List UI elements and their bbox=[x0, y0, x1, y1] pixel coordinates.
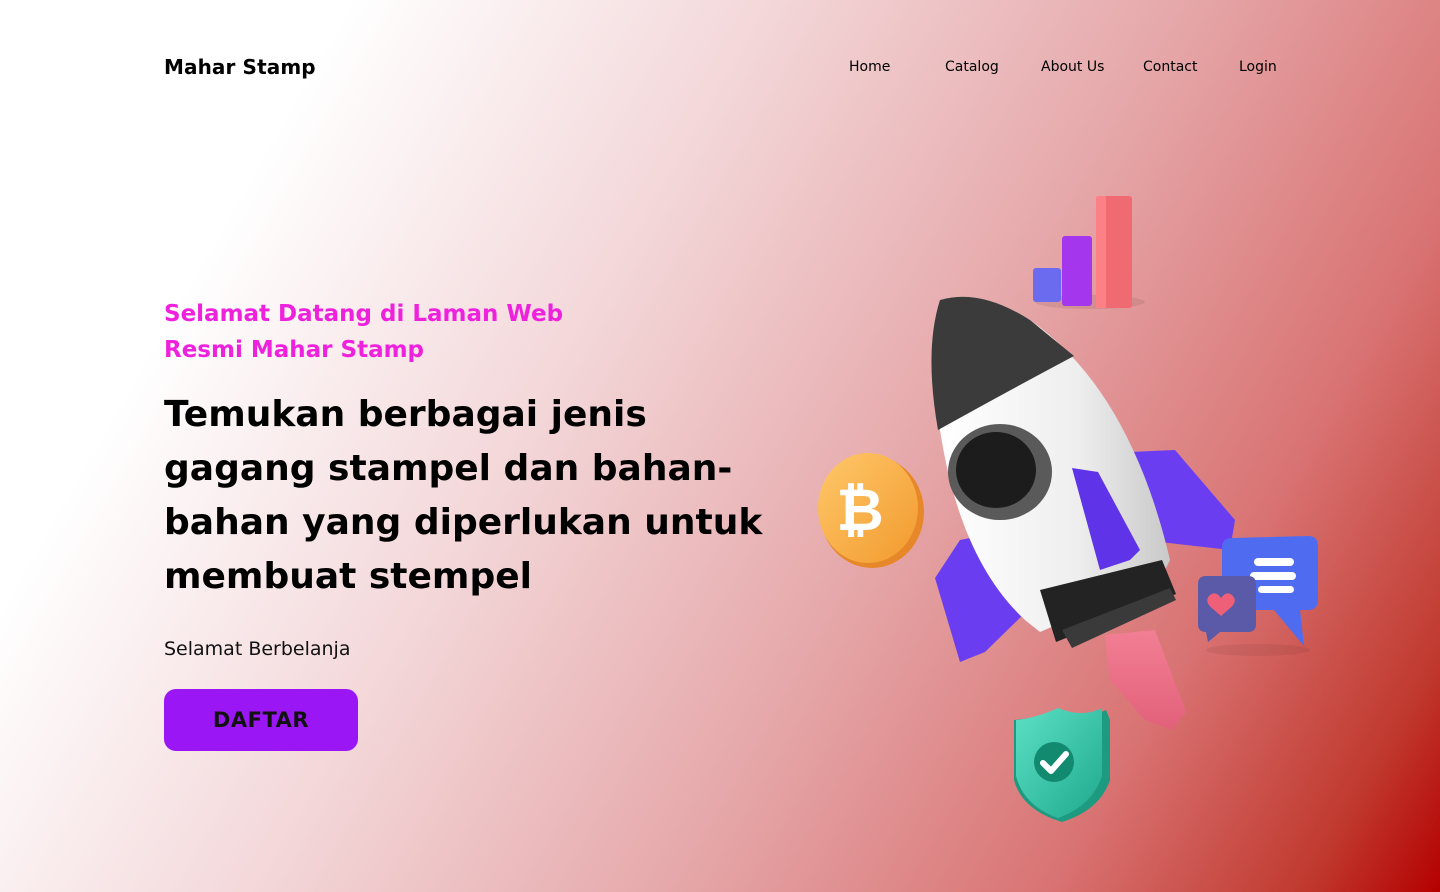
rocket-icon bbox=[931, 296, 1235, 730]
main-nav: Home Catalog About Us Contact Login bbox=[0, 59, 1440, 79]
welcome-text: Selamat Datang di Laman Web Resmi Mahar … bbox=[164, 296, 584, 368]
nav-home[interactable]: Home bbox=[849, 59, 890, 75]
bitcoin-coin-icon: ₿ bbox=[818, 453, 924, 568]
welcome-line-1: Selamat Datang di Laman Web bbox=[164, 301, 564, 327]
svg-text:₿: ₿ bbox=[836, 476, 883, 544]
landing-page: Mahar Stamp Home Catalog About Us Contac… bbox=[0, 0, 1440, 892]
hero-headline: Temukan berbagai jenis gagang stampel da… bbox=[164, 394, 763, 597]
nav-contact[interactable]: Contact bbox=[1143, 59, 1197, 75]
bar-chart-icon bbox=[1033, 196, 1145, 309]
nav-about-us[interactable]: About Us bbox=[1041, 59, 1104, 75]
shield-check-icon bbox=[1014, 708, 1110, 822]
daftar-button[interactable]: DAFTAR bbox=[164, 689, 358, 751]
nav-catalog[interactable]: Catalog bbox=[945, 59, 999, 75]
hero-illustration: ₿ bbox=[818, 196, 1318, 822]
hero-subtitle: Selamat Berbelanja bbox=[164, 638, 351, 660]
welcome-line-2: Resmi Mahar Stamp bbox=[164, 337, 425, 363]
nav-login[interactable]: Login bbox=[1239, 59, 1277, 75]
